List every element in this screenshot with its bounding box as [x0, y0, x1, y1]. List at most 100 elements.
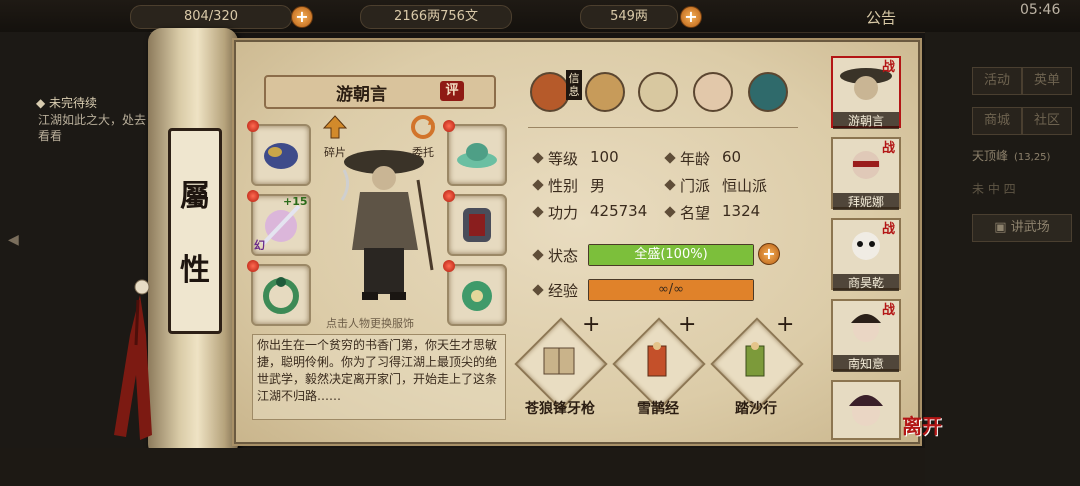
add-silver-button[interactable]: +: [680, 6, 702, 28]
location-coord: (13,25): [1014, 152, 1051, 163]
power-value: 425734: [590, 202, 648, 220]
location-name: 天顶峰: [972, 149, 1009, 163]
skill-1-name: 苍狼锋牙枪: [525, 401, 595, 417]
ring-icon: [263, 277, 299, 314]
scroll-title-char-1: 屬: [180, 179, 210, 214]
exp-bar: ∞/∞: [588, 279, 754, 301]
equip-slot-armor[interactable]: [447, 194, 507, 256]
equip-slot-hat[interactable]: [447, 124, 507, 186]
divider: [528, 127, 798, 128]
silver-value: 549两: [610, 9, 648, 24]
add-capacity-button[interactable]: +: [291, 6, 313, 28]
body-tab-icon[interactable]: [693, 72, 733, 112]
clock: 05:46: [1020, 2, 1061, 18]
time-text: 未 中 四: [972, 182, 1016, 196]
exp-value: ∞/∞: [657, 282, 685, 297]
equip-slot-ring[interactable]: [251, 264, 311, 326]
character-figure[interactable]: [322, 140, 452, 310]
scroll-title-char-2: 性: [180, 253, 210, 288]
roster-name: 南知意: [833, 355, 899, 372]
alert-dot: [443, 120, 455, 132]
scroll-title-plate: 屬 性: [168, 128, 222, 334]
bottom-nav-bar: [0, 448, 925, 486]
alert-dot: [247, 120, 259, 132]
sect-value: 恒山派: [722, 177, 768, 195]
money-value: 2166两756文: [394, 9, 478, 24]
roster-card-5[interactable]: [831, 380, 901, 440]
info-tab[interactable]: [530, 72, 570, 112]
scroll-icon: [647, 342, 667, 377]
equip-slot-accessory[interactable]: [447, 264, 507, 326]
book-icon: [543, 347, 575, 375]
sect-label: 门派: [680, 177, 711, 195]
menu-button[interactable]: 英单: [1022, 67, 1072, 95]
roster-name: 游朝言: [833, 112, 899, 129]
roster-name: 拜妮娜: [833, 193, 899, 210]
battle-tag: 战: [882, 60, 896, 75]
compass-tab-icon[interactable]: [748, 72, 788, 112]
swap-icon: [411, 115, 435, 139]
restore-status-button[interactable]: +: [758, 243, 780, 265]
community-button[interactable]: 社区: [1022, 107, 1072, 135]
roster-name: 商昊乾: [833, 274, 899, 291]
gloves-icon: [264, 143, 298, 169]
hat-icon: [457, 143, 497, 168]
fame-label: 名望: [680, 204, 711, 222]
hero-portrait: [849, 395, 883, 426]
silver-counter: 549两: [580, 5, 678, 29]
quest-text: 江湖如此之大，处去看看: [38, 113, 147, 143]
activity-button[interactable]: 活动: [972, 67, 1022, 95]
collapse-left-icon[interactable]: ◀: [8, 232, 19, 248]
money-counter: 2166两756文: [360, 5, 512, 29]
backpack-icon: [530, 72, 570, 112]
capacity-value: 804/320: [183, 9, 238, 24]
power-label: 功力: [548, 204, 579, 222]
battle-tag: 战: [882, 141, 896, 156]
shop-button[interactable]: 商城: [972, 107, 1022, 135]
skill-2-name: 雪鹊经: [637, 401, 679, 417]
quest-title-text: 未完待续: [49, 96, 98, 110]
weapon-level: +15: [283, 195, 308, 208]
bagua-tab-icon[interactable]: [638, 72, 678, 112]
capacity-counter: 804/320: [130, 5, 292, 29]
notice-button[interactable]: 公告: [866, 7, 896, 28]
exp-label: 经验: [548, 282, 579, 300]
tassel-icon: [114, 279, 152, 440]
skill-1-add-icon[interactable]: +: [582, 312, 600, 337]
skill-3-add-icon[interactable]: +: [776, 312, 794, 337]
age-value: 60: [722, 148, 742, 166]
quest-title[interactable]: ◆ 未完待续: [36, 94, 97, 111]
info-tab-label: 信息: [566, 70, 582, 100]
right-menu-panel: 活动 英单 商城 社区 天顶峰 (13,25) 未 中 四 ▣ 讲武场: [925, 32, 1080, 486]
battle-tag: 战: [882, 303, 896, 318]
gender-value: 男: [590, 177, 606, 195]
venue-button[interactable]: ▣ 讲武场: [972, 214, 1072, 242]
arrow-up-icon: [322, 115, 348, 139]
age-label: 年龄: [680, 150, 711, 168]
gender-label: 性别: [548, 177, 579, 195]
character-description: 你出生在一个贫穷的书香门第，你天生才思敏捷，聪明伶俐。你为了习得江湖上最顶尖的绝…: [252, 334, 506, 420]
scroll-icon: [745, 342, 765, 377]
status-label: 状态: [548, 247, 579, 265]
jade-icon: [462, 281, 492, 311]
level-label: 等级: [548, 150, 579, 168]
venue-label: 讲武场: [1010, 220, 1050, 235]
battle-tag: 战: [882, 222, 896, 237]
location-text: 天顶峰 (13,25): [972, 147, 1050, 164]
fame-value: 1324: [722, 202, 761, 220]
leave-button[interactable]: 离开: [902, 410, 942, 439]
change-outfit-hint: 点击人物更换服饰: [326, 317, 414, 330]
alert-dot: [247, 190, 259, 202]
level-value: 100: [590, 148, 619, 166]
skill-2-add-icon[interactable]: +: [678, 312, 696, 337]
status-bar: 全盛(100%): [588, 244, 754, 266]
scroll-tab-icon[interactable]: [585, 72, 625, 112]
skill-3-name: 踏沙行: [735, 401, 777, 417]
status-value: 全盛(100%): [634, 247, 708, 262]
character-name: 游朝言: [336, 85, 387, 105]
rate-button[interactable]: 评: [440, 81, 464, 101]
weapon-tag: 幻: [254, 239, 265, 252]
armor-icon: [463, 208, 491, 242]
alert-dot: [247, 260, 259, 272]
equip-slot-gloves[interactable]: [251, 124, 311, 186]
